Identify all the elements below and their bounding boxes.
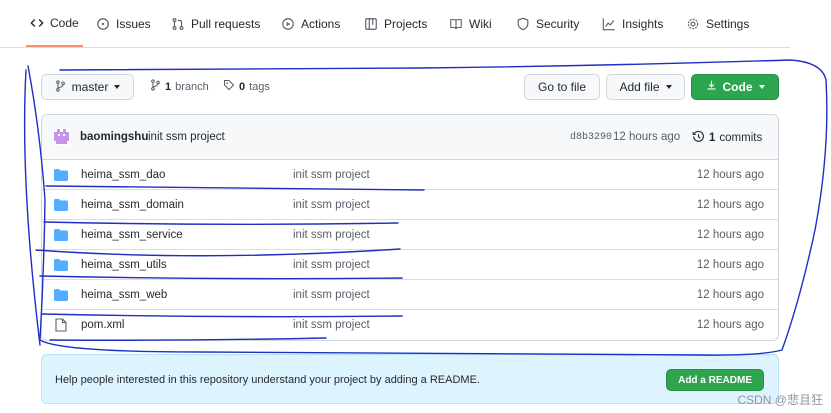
tab-label: Insights [622,17,664,31]
latest-commit-bar: baomingshu init ssm project d8b3290 12 h… [42,115,778,160]
tab-label: Code [50,15,79,30]
table-row[interactable]: heima_ssm_service init ssm project 12 ho… [42,220,778,250]
folder-icon [54,289,68,301]
branch-icon [55,79,66,95]
tab-label: Security [536,17,580,31]
code-button-label: Code [722,80,753,94]
repo-nav: Code Issues Pull requests Actions Projec… [0,0,790,48]
go-to-file-label: Go to file [537,80,587,94]
tags-link[interactable]: 0 tags [223,79,270,94]
file-time: 12 hours ago [696,259,764,271]
play-icon [281,17,295,31]
file-time: 12 hours ago [696,289,764,301]
folder-icon [54,229,68,241]
tab-label: Wiki [469,17,492,31]
history-icon [692,130,705,146]
tab-security[interactable]: Security [516,0,579,48]
tab-actions[interactable]: Actions [281,0,340,48]
tab-label: Projects [384,17,428,31]
commit-count: 1 [709,132,716,144]
commit-message[interactable]: init ssm project [148,131,225,143]
file-name[interactable]: heima_ssm_domain [81,199,184,211]
branch-count: 1 [165,80,172,93]
file-icon [54,318,68,332]
folder-icon [54,169,68,181]
file-commit-message[interactable]: init ssm project [293,199,370,211]
file-name[interactable]: heima_ssm_web [81,289,167,301]
tab-label: Pull requests [191,17,261,31]
add-file-button[interactable]: Add file [606,74,685,100]
tab-issues[interactable]: Issues [96,0,151,48]
tab-pull-requests[interactable]: Pull requests [171,0,260,48]
table-icon [364,17,378,31]
tab-label: Settings [706,17,750,31]
branch-word: branch [175,80,209,93]
file-commit-message[interactable]: init ssm project [293,229,370,241]
chevron-down-icon [665,85,672,89]
chevron-down-icon [758,85,765,89]
tab-insights[interactable]: Insights [602,0,663,48]
tab-label: Issues [116,17,151,31]
file-commit-message[interactable]: init ssm project [293,259,370,271]
download-icon [706,80,717,94]
tab-settings[interactable]: Settings [686,0,749,48]
file-name[interactable]: pom.xml [81,319,124,331]
table-row[interactable]: heima_ssm_dao init ssm project 12 hours … [42,160,778,190]
commits-link[interactable]: 1 commits [692,130,762,146]
tab-projects[interactable]: Projects [364,0,427,48]
add-file-label: Add file [619,80,660,94]
folder-icon [54,199,68,211]
file-commit-message[interactable]: init ssm project [293,169,370,181]
issue-icon [96,17,110,31]
table-row[interactable]: heima_ssm_domain init ssm project 12 hou… [42,190,778,220]
file-table: baomingshu init ssm project d8b3290 12 h… [41,114,779,341]
file-time: 12 hours ago [696,319,764,331]
file-time: 12 hours ago [696,229,764,241]
tag-count: 0 [239,80,246,93]
chevron-down-icon [114,85,121,89]
tab-code[interactable]: Code [26,0,83,47]
shield-icon [516,17,530,31]
go-to-file-button[interactable]: Go to file [524,74,600,100]
file-time: 12 hours ago [696,199,764,211]
table-row[interactable]: heima_ssm_utils init ssm project 12 hour… [42,250,778,280]
file-name[interactable]: heima_ssm_dao [81,169,165,181]
tag-word: tags [249,80,270,93]
code-button[interactable]: Code [691,74,779,100]
branches-link[interactable]: 1 branch [150,79,209,94]
branch-icon [150,79,161,94]
file-time: 12 hours ago [696,169,764,181]
commit-time: 12 hours ago [613,131,681,143]
folder-icon [54,259,68,271]
graph-icon [602,17,616,31]
file-name[interactable]: heima_ssm_service [81,229,183,241]
branch-select[interactable]: master [41,74,134,100]
branch-label: master [71,80,109,94]
tab-wiki[interactable]: Wiki [449,0,492,48]
commit-author[interactable]: baomingshu [80,131,148,143]
watermark: CSDN @悲且狂 [737,393,823,407]
tab-label: Actions [301,17,341,31]
tag-icon [223,79,235,94]
gear-icon [686,17,700,31]
file-commit-message[interactable]: init ssm project [293,319,370,331]
file-commit-message[interactable]: init ssm project [293,289,370,301]
readme-prompt: Help people interested in this repositor… [55,374,480,386]
pull-request-icon [171,17,185,31]
table-row[interactable]: pom.xml init ssm project 12 hours ago [42,310,778,340]
commit-sha[interactable]: d8b3290 [570,132,612,143]
table-row[interactable]: heima_ssm_web init ssm project 12 hours … [42,280,778,310]
add-readme-button[interactable]: Add a README [666,369,764,391]
book-icon [449,17,463,31]
code-icon [30,16,44,30]
file-name[interactable]: heima_ssm_utils [81,259,167,271]
commit-count-word: commits [719,132,763,144]
readme-banner: Help people interested in this repositor… [41,354,779,404]
avatar[interactable] [53,128,70,145]
